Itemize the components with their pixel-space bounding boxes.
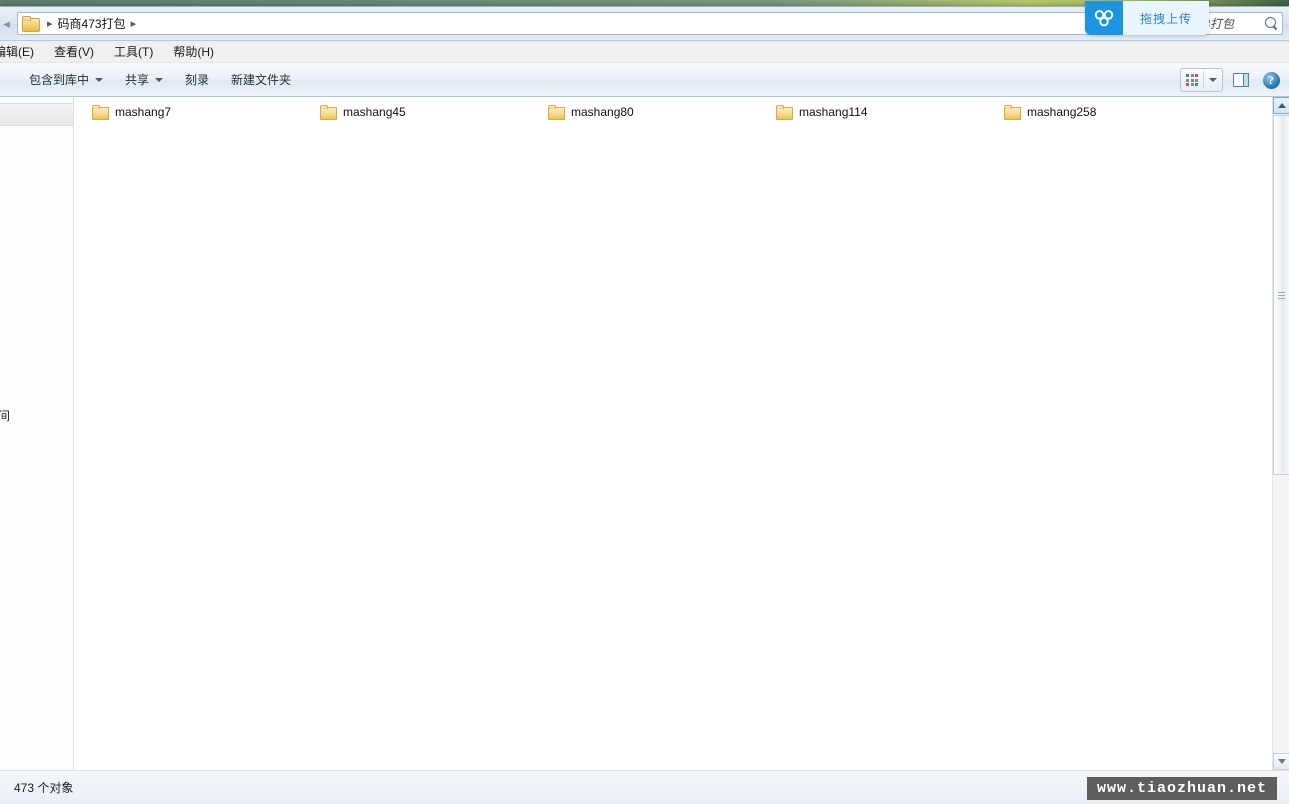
sidebar-item-drive-d[interactable]: 软件 (D:) (0, 346, 73, 369)
item-count-label: 473 个对象 (14, 781, 74, 795)
file-list-item[interactable]: mashang1.zip (1242, 101, 1252, 124)
back-icon[interactable]: ◂ (0, 14, 13, 34)
sidebar-item-label: 百度网盘同步空间 (0, 407, 10, 424)
folder-icon (1004, 105, 1021, 121)
chevron-up-icon (1277, 103, 1286, 108)
scroll-up-button[interactable] (1273, 97, 1289, 114)
file-list-item[interactable]: mashang452 (1222, 101, 1232, 124)
sidebar-gap-2 (0, 253, 73, 265)
sidebar-item-desktop[interactable]: 桌面 (0, 149, 73, 172)
chevron-down-icon-scroll (1277, 759, 1286, 764)
file-list-item[interactable]: mashang12另一个UI.zip (1262, 101, 1272, 124)
address-bar: ◂ ▸ 码商473打包 ▸ 473打包 拖拽上传 (0, 1, 1289, 41)
folder-icon (92, 105, 109, 121)
sidebar-gap-4 (0, 392, 73, 404)
file-list-item[interactable]: mashang258 (994, 101, 1222, 124)
sidebar-item-homegroup[interactable]: 家庭组 (0, 265, 73, 288)
file-list-item[interactable]: mashang114 (766, 101, 994, 124)
view-mode-button[interactable] (1180, 68, 1223, 92)
menu-item-help[interactable]: 帮助(H) (163, 43, 224, 60)
grip-icon (1278, 291, 1285, 299)
file-name-label: mashang45 (343, 105, 406, 120)
explorer-window: ◂ ▸ 码商473打包 ▸ 473打包 拖拽上传 编辑(E) 查看(V) 工具(… (0, 1, 1289, 804)
sidebar-item-drive-c[interactable]: 本地磁盘 (C:) (0, 323, 73, 346)
chevron-right-icon: ▸ (47, 18, 53, 30)
toolbar-right-group: ? (1180, 63, 1283, 97)
sidebar-gap-3 (0, 288, 73, 300)
file-list-item[interactable]: mashang6.zip (1252, 101, 1262, 124)
burn-button[interactable]: 刻录 (174, 68, 220, 92)
new-folder-button[interactable]: 新建文件夹 (220, 68, 302, 92)
baidu-cloud-icon (1085, 1, 1123, 35)
drag-upload-label[interactable]: 拖拽上传 (1123, 1, 1209, 35)
menu-item-tools[interactable]: 工具(T) (104, 43, 163, 60)
share-label: 共享 (125, 73, 150, 87)
chevron-down-icon-view[interactable] (1204, 78, 1222, 82)
sidebar-item-videos[interactable]: 视频 (0, 184, 73, 207)
menu-item-view[interactable]: 查看(V) (44, 43, 104, 60)
sidebar-item-drive-e[interactable]: 数据 (E:) (0, 369, 73, 392)
breadcrumb[interactable]: ▸ 码商473打包 ▸ (17, 12, 1127, 35)
file-name-label: mashang80 (571, 105, 634, 120)
file-name-label: mashang114 (799, 105, 868, 120)
folder-icon (548, 105, 565, 121)
include-in-library-button[interactable]: 包含到库中 (18, 68, 114, 92)
sidebar-item-downloads[interactable]: 下载 (0, 126, 73, 149)
sidebar-item-documents[interactable]: 文档 (0, 230, 73, 253)
help-button[interactable]: ? (1259, 68, 1283, 92)
watermark: www.tiaozhuan.net (1086, 777, 1277, 800)
menu-bar: 编辑(E) 查看(V) 工具(T) 帮助(H) (0, 41, 1289, 63)
file-list-item[interactable]: mashang7 (82, 101, 310, 124)
sidebar-item-pictures[interactable]: 图片 (0, 207, 73, 230)
breadcrumb-folder-label[interactable]: 码商473打包 (58, 15, 126, 32)
window-body: 收藏夹 下载 桌面 视频 图片 文档 家庭组 计算机 本地磁盘 (C:) 软件 … (0, 97, 1289, 770)
drag-upload-widget[interactable]: 拖拽上传 (1085, 1, 1209, 35)
folder-icon (776, 105, 793, 121)
new-folder-label: 新建文件夹 (231, 73, 292, 87)
preview-pane-button[interactable] (1229, 68, 1253, 92)
navigation-arrows[interactable]: ◂ (0, 14, 13, 34)
chevron-right-icon-2[interactable]: ▸ (126, 17, 142, 30)
file-name-label: mashang7 (115, 105, 172, 120)
search-icon (1265, 17, 1278, 30)
folder-icon (320, 105, 337, 121)
view-mode-icon[interactable] (1181, 69, 1203, 91)
share-button[interactable]: 共享 (114, 68, 174, 92)
folder-icon (22, 16, 40, 32)
sidebar-item-computer[interactable]: 计算机 (0, 300, 73, 323)
status-bar: 473 个对象 www.tiaozhuan.net (0, 770, 1289, 804)
file-list-item[interactable]: mashang466 (1232, 101, 1242, 124)
vertical-scrollbar[interactable] (1272, 97, 1289, 770)
file-grid[interactable]: mashang7 mashang45 mashang80 mashang114 mash… (74, 97, 1272, 770)
chevron-down-icon-2 (155, 77, 164, 82)
scroll-down-button[interactable] (1273, 753, 1289, 770)
include-in-library-label: 包含到库中 (29, 73, 90, 87)
help-icon: ? (1262, 71, 1280, 89)
navigation-pane: 收藏夹 下载 桌面 视频 图片 文档 家庭组 计算机 本地磁盘 (C:) 软件 … (0, 97, 74, 770)
file-list-item[interactable]: mashang80 (538, 101, 766, 124)
command-toolbar: 包含到库中 共享 刻录 新建文件夹 ? (0, 63, 1289, 97)
scrollbar-thumb[interactable] (1273, 115, 1289, 475)
menu-item-edit[interactable]: 编辑(E) (0, 43, 44, 60)
chevron-down-icon (95, 77, 104, 82)
file-name-label: mashang258 (1027, 105, 1097, 120)
file-list-pane[interactable]: mashang7 mashang45 mashang80 mashang114 mash… (74, 97, 1289, 770)
burn-label: 刻录 (185, 73, 210, 87)
preview-pane-icon (1233, 73, 1249, 87)
sidebar-item-favorites[interactable]: 收藏夹 (0, 103, 73, 126)
file-list-item[interactable]: mashang45 (310, 101, 538, 124)
sidebar-item-baidu-sync[interactable]: 百度网盘同步空间 (0, 404, 73, 427)
